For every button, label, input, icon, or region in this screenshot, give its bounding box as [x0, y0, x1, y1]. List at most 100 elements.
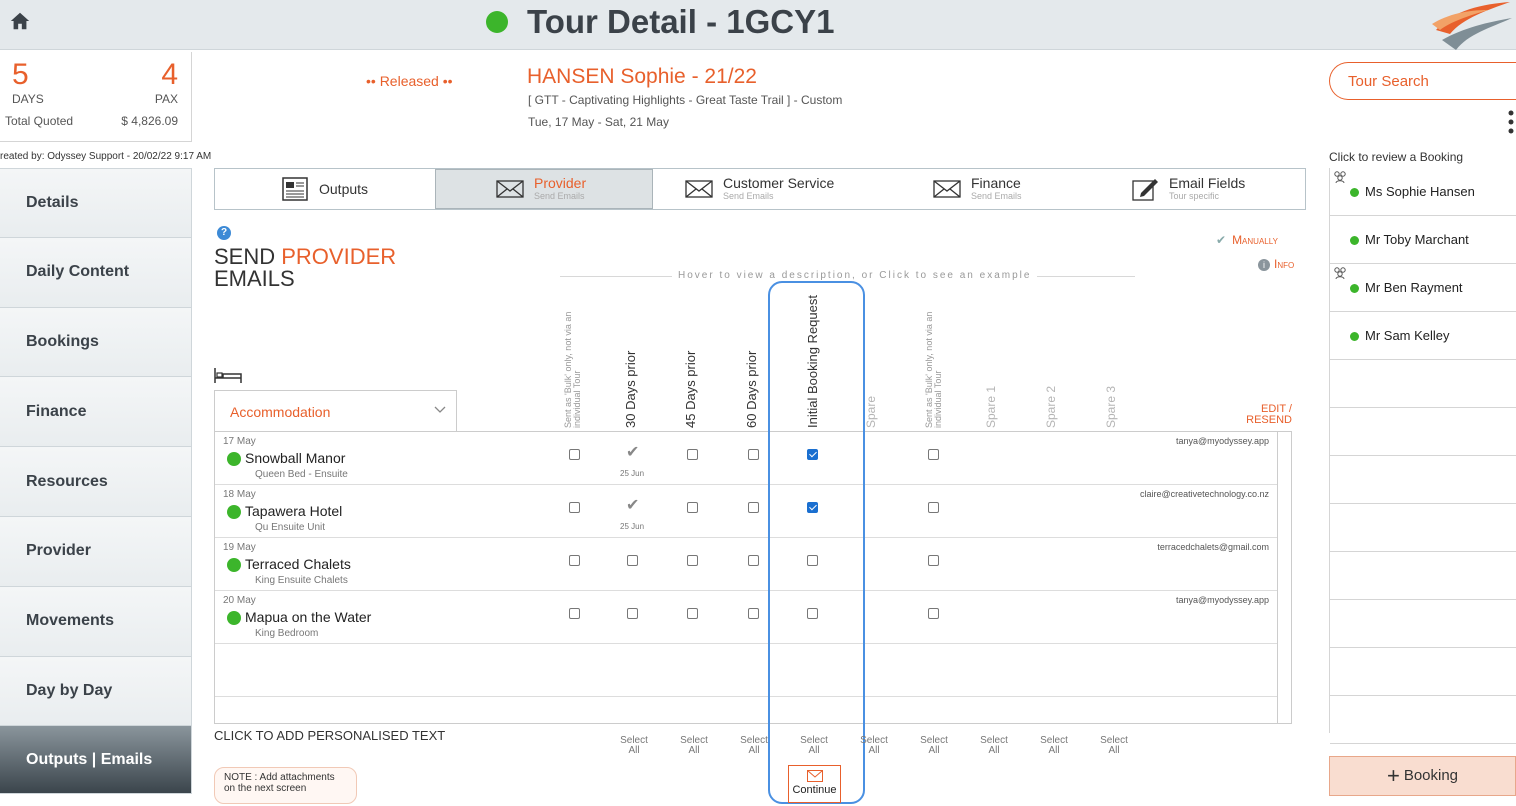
bulk-checkbox[interactable]: [569, 502, 580, 513]
45-days-checkbox[interactable]: [687, 502, 698, 513]
sidebar-item-provider[interactable]: Provider: [0, 516, 192, 587]
add-personalised-text-link[interactable]: CLICK TO ADD PERSONALISED TEXT: [214, 728, 445, 743]
30-days-checkbox[interactable]: [627, 555, 638, 566]
review-booking-list: Ms Sophie Hansen Mr Toby Marchant Mr Ben R…: [1329, 168, 1516, 744]
logo: [1432, 2, 1512, 50]
bulk-checkbox[interactable]: [928, 449, 939, 460]
provider-name[interactable]: Tapawera Hotel: [245, 503, 342, 519]
tab-provider[interactable]: Provider Send Emails: [435, 169, 653, 209]
bulk-checkbox[interactable]: [928, 608, 939, 619]
sidebar-item-day-by-day[interactable]: Day by Day: [0, 656, 192, 727]
client-name: HANSEN Sophie - 21/22: [527, 65, 757, 88]
tab-finance[interactable]: Finance Send Emails: [901, 169, 1107, 209]
review-booking-item[interactable]: Mr Ben Rayment: [1330, 264, 1516, 312]
30-days-checkbox[interactable]: [627, 608, 638, 619]
table-row[interactable]: 20 May Mapua on the Water King Bedroom tany…: [215, 591, 1289, 644]
passenger-name: Mr Sam Kelley: [1365, 328, 1450, 343]
60-days-checkbox[interactable]: [748, 502, 759, 513]
sidebar-item-movements[interactable]: Movements: [0, 586, 192, 657]
tour-status: •• Released ••: [366, 73, 453, 89]
60-days-checkbox[interactable]: [748, 608, 759, 619]
sidebar-item-details[interactable]: Details: [0, 168, 192, 238]
section-heading-line2: EMAILS: [214, 266, 295, 291]
booking-date: 19 May: [223, 542, 256, 553]
home-icon[interactable]: [9, 10, 31, 32]
bulk-checkbox[interactable]: [928, 502, 939, 513]
column-header-spare[interactable]: Spare: [864, 396, 878, 428]
45-days-checkbox[interactable]: [687, 555, 698, 566]
select-all-spare[interactable]: Select All: [914, 736, 954, 756]
days-count: 5: [12, 58, 29, 91]
select-all-30-days[interactable]: Select All: [674, 736, 714, 756]
provider-name[interactable]: Snowball Manor: [245, 450, 345, 466]
category-select[interactable]: Accommodation: [214, 390, 457, 432]
sidebar-item-bookings[interactable]: Bookings: [0, 307, 192, 378]
select-all-bulk-2[interactable]: Select All: [974, 736, 1014, 756]
select-all-spare-2[interactable]: Select All: [1094, 736, 1134, 756]
add-booking-button[interactable]: + Booking: [1329, 756, 1516, 796]
table-row[interactable]: 18 May Tapawera Hotel Qu Ensuite Unit clair…: [215, 485, 1289, 538]
select-all-60-days[interactable]: Select All: [794, 736, 834, 756]
column-header-spare-1[interactable]: Spare 1: [984, 386, 998, 428]
sent-date: 25 Jun: [620, 522, 645, 531]
review-booking-item[interactable]: Mr Sam Kelley: [1330, 312, 1516, 360]
table-scrollbar[interactable]: [1278, 431, 1292, 724]
status-dot: [227, 505, 241, 519]
chevron-down-icon: [434, 406, 446, 413]
info-link[interactable]: i Info: [1258, 257, 1294, 271]
more-options-icon[interactable]: [1508, 110, 1514, 134]
column-header-45-days[interactable]: 45 Days prior: [683, 351, 698, 428]
sidebar-item-resources[interactable]: Resources: [0, 447, 192, 517]
info-label: Info: [1274, 257, 1295, 271]
select-all-45-days[interactable]: Select All: [734, 736, 774, 756]
continue-button[interactable]: Continue: [788, 765, 841, 803]
table-row[interactable]: 19 May Terraced Chalets King Ensuite Chale…: [215, 538, 1289, 591]
bulk-checkbox[interactable]: [569, 449, 580, 460]
tab-label: Outputs: [319, 180, 369, 197]
room-type: King Bedroom: [255, 628, 319, 639]
status-dot: [1350, 236, 1359, 245]
provider-email: tanya@myodyssey.app: [1175, 595, 1269, 605]
45-days-checkbox[interactable]: [687, 608, 698, 619]
sidebar-item-daily-content[interactable]: Daily Content: [0, 237, 192, 308]
bulk-checkbox[interactable]: [928, 555, 939, 566]
column-header-60-days[interactable]: 60 Days prior: [744, 351, 759, 428]
manually-toggle[interactable]: ✔ Manually: [1216, 233, 1278, 247]
room-type: Qu Ensuite Unit: [255, 522, 326, 533]
60-days-checkbox[interactable]: [748, 449, 759, 460]
review-booking-item[interactable]: Ms Sophie Hansen: [1330, 168, 1516, 216]
table-row[interactable]: 17 May Snowball Manor Queen Bed - Ensuite t…: [215, 432, 1289, 485]
45-days-checkbox[interactable]: [687, 449, 698, 460]
column-header-spare-3[interactable]: Spare 3: [1104, 386, 1118, 428]
plus-icon: +: [1386, 763, 1400, 788]
provider-name[interactable]: Mapua on the Water: [245, 609, 371, 625]
tab-email-fields[interactable]: Email Fields Tour specific: [1107, 169, 1305, 209]
column-header-30-days[interactable]: 30 Days prior: [623, 351, 638, 428]
column-header-spare-2[interactable]: Spare 2: [1044, 386, 1058, 428]
60-days-checkbox[interactable]: [748, 555, 759, 566]
sidebar-item-outputs-emails[interactable]: Outputs | Emails: [0, 726, 192, 795]
review-booking-item[interactable]: Mr Toby Marchant: [1330, 216, 1516, 264]
info-icon: i: [1258, 259, 1270, 271]
tab-customer-service[interactable]: Customer Service Send Emails: [653, 169, 901, 209]
hover-hint: Hover to view a description, or Click to…: [672, 270, 1038, 281]
bed-icon: [214, 368, 242, 383]
tab-outputs[interactable]: Outputs: [215, 169, 435, 209]
select-all-spare-1[interactable]: Select All: [1034, 736, 1074, 756]
column-header-label: Sent as 'Bulk' only, not via an individu…: [563, 311, 582, 428]
column-header-bulk-1[interactable]: Sent as 'Bulk' only, not via an individu…: [563, 308, 582, 428]
total-quoted-label: Total Quoted: [5, 114, 74, 128]
bulk-checkbox[interactable]: [569, 608, 580, 619]
tab-sublabel: Tour specific: [1169, 191, 1220, 201]
bulk-checkbox[interactable]: [569, 555, 580, 566]
provider-name[interactable]: Terraced Chalets: [245, 556, 351, 572]
select-all-bulk-1[interactable]: Select All: [614, 736, 654, 756]
passenger-name: Mr Toby Marchant: [1365, 232, 1469, 247]
envelope-icon: [806, 770, 823, 782]
column-header-bulk-2[interactable]: Sent as 'Bulk' only, not via an individu…: [924, 308, 943, 428]
help-icon[interactable]: ?: [217, 226, 231, 240]
tour-search-button[interactable]: Tour Search: [1329, 62, 1516, 100]
sidebar-item-finance[interactable]: Finance: [0, 377, 192, 448]
select-all-initial-booking[interactable]: Select All: [854, 736, 894, 756]
booking-date: 17 May: [223, 436, 256, 447]
